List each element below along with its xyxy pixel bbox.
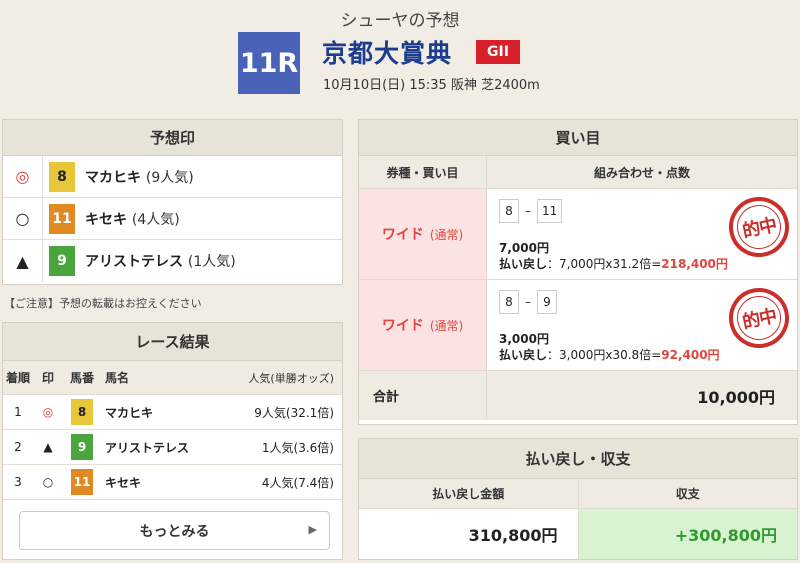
- results-title: レース結果: [3, 323, 342, 361]
- prediction-row: ▲ 9 アリストテレス (1人気): [3, 240, 342, 282]
- header-refund: 払い戻し金額: [359, 479, 579, 508]
- race-info: 10月10日(日) 15:35 阪神 芝2400m: [323, 78, 540, 93]
- popularity-odds: 4人気(7.4倍): [261, 475, 334, 490]
- bet-payout: 払い戻し：7,000円x31.2倍=218,400円: [499, 257, 728, 271]
- header-mark: 印: [41, 371, 54, 385]
- bet-row: ワイド (通常) 8 – 11 7,000円 払い戻し：7,000円x31.2倍=…: [359, 189, 797, 280]
- triangle-mark-icon: ▲: [3, 240, 43, 282]
- bet-type: ワイド (通常): [359, 189, 487, 279]
- header-combo: 組み合わせ・点数: [593, 165, 690, 180]
- bet-detail: 8 – 9 3,000円 払い戻し：3,000円x30.8倍=92,400円 的…: [487, 280, 797, 370]
- horse-number-badge: 8: [49, 161, 75, 192]
- profit-value: +300,800円: [578, 509, 797, 559]
- results-panel: レース結果 着順 印 馬番 馬名 人気(単勝オッズ) 1 ◎ 8 マカヒキ 9人…: [2, 322, 343, 560]
- total-row: 合計 10,000円: [359, 371, 797, 420]
- double-circle-mark-icon: ◎: [3, 156, 43, 197]
- header-rank: 着順: [5, 371, 30, 385]
- more-button-label: もっとみる: [139, 523, 210, 540]
- horse-number-badge: 11: [71, 469, 93, 495]
- bets-panel: 買い目 券種・買い目 組み合わせ・点数 ワイド (通常) 8 – 11 7,000…: [358, 119, 798, 425]
- payout-title: 払い戻し・収支: [359, 439, 797, 479]
- combo-horse-a: 8: [499, 199, 519, 223]
- popularity: (9人気): [145, 169, 194, 186]
- combo-horse-a: 8: [499, 290, 519, 314]
- circle-mark-icon: ○: [3, 198, 43, 239]
- popularity: (4人気): [131, 211, 180, 228]
- repost-notice: 【ご注意】予想の転載はお控えください: [4, 297, 202, 310]
- header-bet-type: 券種・買い目: [359, 156, 487, 188]
- table-row: 2 ▲ 9 アリストテレス 1人気(3.6倍): [3, 430, 342, 465]
- horse-name: キセキ: [105, 475, 142, 490]
- rank: 2: [14, 440, 22, 454]
- bet-payout: 払い戻し：3,000円x30.8倍=92,400円: [499, 348, 720, 362]
- horse-number-badge: 9: [49, 246, 75, 276]
- horse-name: アリストテレス: [105, 440, 190, 455]
- horse-name: キセキ (4人気): [85, 211, 180, 228]
- combo-horse-b: 11: [537, 199, 563, 223]
- popularity: (1人気): [187, 254, 236, 270]
- bets-header-row: 券種・買い目 組み合わせ・点数: [359, 156, 797, 189]
- horse-number-badge: 11: [49, 203, 75, 234]
- race-name: 京都大賞典: [322, 39, 453, 68]
- bets-title: 買い目: [359, 120, 797, 156]
- race-header: シューヤの予想 11R 京都大賞典 GII 10月10日(日) 15:35 阪神…: [0, 0, 800, 110]
- bet-type: ワイド (通常): [359, 280, 487, 370]
- table-row: 3 ○ 11 キセキ 4人気(7.4倍): [3, 465, 342, 500]
- table-row: 1 ◎ 8 マカヒキ 9人気(32.1倍): [3, 395, 342, 430]
- results-header-row: 着順 印 馬番 馬名 人気(単勝オッズ): [3, 361, 342, 395]
- bet-detail: 8 – 11 7,000円 払い戻し：7,000円x31.2倍=218,400円…: [487, 189, 797, 279]
- total-value: 10,000円: [697, 387, 775, 407]
- rank: 1: [14, 405, 22, 419]
- triangle-mark-icon: ▲: [43, 440, 53, 454]
- prediction-row: ○ 11 キセキ (4人気): [3, 198, 342, 240]
- horse-name: アリストテレス (1人気): [85, 254, 236, 270]
- horse-name: マカヒキ: [105, 405, 154, 420]
- header-num: 馬番: [69, 371, 94, 385]
- refund-value: 310,800円: [359, 509, 579, 559]
- race-number-badge: 11R: [238, 32, 300, 94]
- bet-amount: 7,000円: [499, 241, 549, 255]
- double-circle-mark-icon: ◎: [42, 405, 54, 419]
- bet-amount: 3,000円: [499, 332, 549, 346]
- chevron-right-icon: ▶: [308, 523, 317, 536]
- prediction-row: ◎ 8 マカヒキ (9人気): [3, 156, 342, 198]
- payout-row: 310,800円 +300,800円: [359, 509, 797, 559]
- horse-name: マカヒキ (9人気): [85, 169, 194, 186]
- popularity-odds: 1人気(3.6倍): [261, 440, 334, 455]
- payout-header-row: 払い戻し金額 収支: [359, 479, 797, 509]
- horse-number-badge: 8: [71, 399, 93, 425]
- rank: 3: [14, 475, 22, 489]
- prediction-panel: 予想印 ◎ 8 マカヒキ (9人気) ○ 11 キセキ (4人気) ▲ 9 アリ…: [2, 119, 343, 285]
- header-name: 馬名: [105, 371, 130, 385]
- grade-badge: GII: [476, 40, 520, 64]
- horse-number-badge: 9: [71, 434, 93, 460]
- combo-horse-b: 9: [537, 290, 557, 314]
- circle-mark-icon: ○: [42, 475, 54, 489]
- more-button[interactable]: もっとみる ▶: [19, 511, 330, 550]
- total-label: 合計: [359, 371, 487, 420]
- prediction-title: 予想印: [3, 120, 342, 156]
- header-profit: 収支: [675, 487, 700, 501]
- popularity-odds: 9人気(32.1倍): [254, 405, 334, 420]
- payout-panel: 払い戻し・収支 払い戻し金額 収支 310,800円 +300,800円: [358, 438, 798, 560]
- bet-row: ワイド (通常) 8 – 9 3,000円 払い戻し：3,000円x30.8倍=9…: [359, 280, 797, 371]
- predictor-title: シューヤの予想: [340, 11, 460, 31]
- header-popularity: 人気(単勝オッズ): [248, 371, 334, 385]
